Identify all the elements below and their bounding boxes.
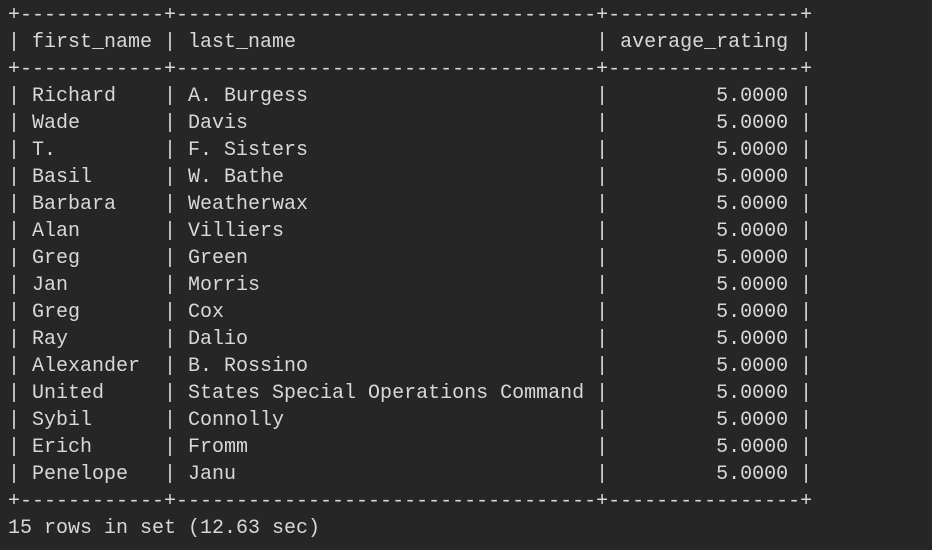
table-row: | Penelope | Janu | 5.0000 | — [8, 463, 813, 486]
table-row: | Wade | Davis | 5.0000 | — [8, 112, 813, 135]
table-header-row: | first_name | last_name | average_ratin… — [8, 31, 813, 54]
table-row: | Jan | Morris | 5.0000 | — [8, 274, 813, 297]
table-row: | Greg | Green | 5.0000 | — [8, 247, 813, 270]
table-border: +------------+--------------------------… — [8, 4, 813, 27]
table-row: | T. | F. Sisters | 5.0000 | — [8, 139, 813, 162]
result-table: +------------+--------------------------… — [8, 2, 932, 515]
table-row: | Greg | Cox | 5.0000 | — [8, 301, 813, 324]
table-row: | Barbara | Weatherwax | 5.0000 | — [8, 193, 813, 216]
table-row: | Erich | Fromm | 5.0000 | — [8, 436, 813, 459]
table-row: | Basil | W. Bathe | 5.0000 | — [8, 166, 813, 189]
table-border: +------------+--------------------------… — [8, 490, 813, 513]
table-row: | Richard | A. Burgess | 5.0000 | — [8, 85, 813, 108]
table-row: | United | States Special Operations Com… — [8, 382, 813, 405]
table-border: +------------+--------------------------… — [8, 58, 813, 81]
table-row: | Alan | Villiers | 5.0000 | — [8, 220, 813, 243]
table-row: | Ray | Dalio | 5.0000 | — [8, 328, 813, 351]
table-row: | Alexander | B. Rossino | 5.0000 | — [8, 355, 813, 378]
status-line: 15 rows in set (12.63 sec) — [8, 517, 321, 540]
terminal-output: +------------+--------------------------… — [0, 0, 932, 550]
table-row: | Sybil | Connolly | 5.0000 | — [8, 409, 813, 432]
